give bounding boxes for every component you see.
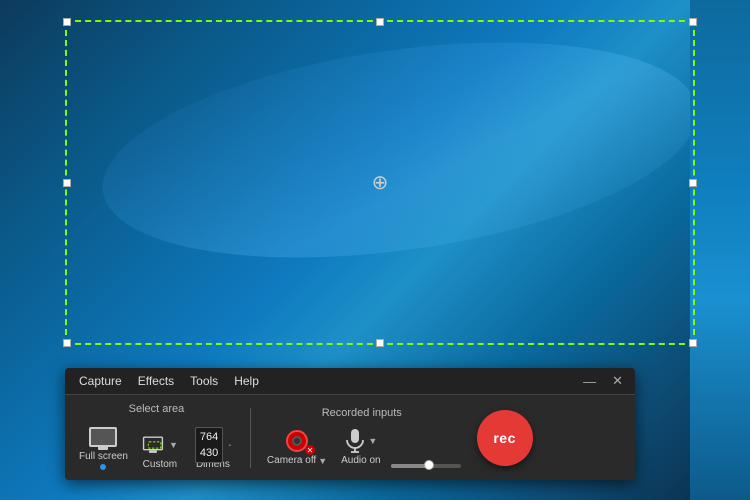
custom-button[interactable]: ▼ Custom bbox=[138, 429, 182, 472]
custom-icon-wrap: ▼ bbox=[142, 431, 178, 459]
select-area-label: Select area bbox=[129, 403, 185, 415]
dim-inputs: 764 430 bbox=[195, 427, 223, 463]
camera-inner bbox=[292, 436, 302, 446]
minimize-button[interactable]: — bbox=[579, 374, 600, 389]
menu-effects[interactable]: Effects bbox=[132, 372, 180, 390]
toolbar-body: Select area Full screen bbox=[65, 395, 635, 480]
desktop-right-panel bbox=[690, 0, 750, 500]
recorded-inputs-section: Recorded inputs ✕ Camera off ▼ bbox=[263, 407, 461, 468]
full-screen-icon bbox=[85, 423, 121, 451]
camera-off-indicator: ✕ bbox=[305, 445, 315, 455]
rec-label: rec bbox=[493, 430, 516, 446]
select-area-section: Select area Full screen bbox=[75, 403, 238, 472]
lock-icon bbox=[229, 438, 231, 452]
window-controls: — ✕ bbox=[579, 373, 627, 389]
record-button[interactable]: rec bbox=[477, 410, 533, 466]
audio-label: Audio on bbox=[341, 455, 380, 466]
close-button[interactable]: ✕ bbox=[608, 373, 627, 389]
dim-height-value: 430 bbox=[200, 446, 218, 460]
menu-items: Capture Effects Tools Help bbox=[73, 372, 265, 390]
section-divider bbox=[250, 408, 251, 468]
microphone-icon bbox=[344, 427, 366, 455]
full-screen-indicator bbox=[100, 464, 106, 470]
volume-slider[interactable] bbox=[391, 464, 461, 468]
recorded-inputs-label: Recorded inputs bbox=[322, 407, 402, 419]
menu-tools[interactable]: Tools bbox=[184, 372, 224, 390]
audio-dropdown-arrow: ▼ bbox=[368, 436, 377, 446]
custom-label: Custom bbox=[143, 459, 177, 470]
toolbar-panel: Capture Effects Tools Help — ✕ Select ar… bbox=[65, 368, 635, 480]
custom-monitor-icon bbox=[142, 433, 167, 457]
menu-capture[interactable]: Capture bbox=[73, 372, 128, 390]
select-area-controls: Full screen ▼ Custom bbox=[75, 421, 238, 472]
custom-dropdown-arrow: ▼ bbox=[169, 440, 178, 450]
volume-section bbox=[391, 444, 461, 468]
dimensions-icon-wrap: 764 430 bbox=[195, 431, 231, 459]
monitor-icon bbox=[89, 427, 117, 447]
camera-icon-wrap: ✕ bbox=[279, 427, 315, 455]
volume-thumb[interactable] bbox=[424, 460, 434, 470]
camera-label: Camera off bbox=[267, 455, 316, 466]
menu-bar: Capture Effects Tools Help — ✕ bbox=[65, 368, 635, 395]
full-screen-label: Full screen bbox=[79, 451, 128, 462]
audio-button[interactable]: ▼ Audio on bbox=[337, 425, 384, 468]
camera-dropdown-arrow: ▼ bbox=[318, 456, 327, 466]
dim-width-value: 764 bbox=[200, 430, 218, 444]
recorded-inputs-controls: ✕ Camera off ▼ bbox=[263, 425, 461, 468]
camera-button[interactable]: ✕ Camera off ▼ bbox=[263, 425, 331, 468]
audio-icon-wrap: ▼ bbox=[343, 427, 379, 455]
dimensions-button[interactable]: 764 430 Dimens bbox=[188, 429, 238, 472]
menu-help[interactable]: Help bbox=[228, 372, 265, 390]
full-screen-button[interactable]: Full screen bbox=[75, 421, 132, 472]
